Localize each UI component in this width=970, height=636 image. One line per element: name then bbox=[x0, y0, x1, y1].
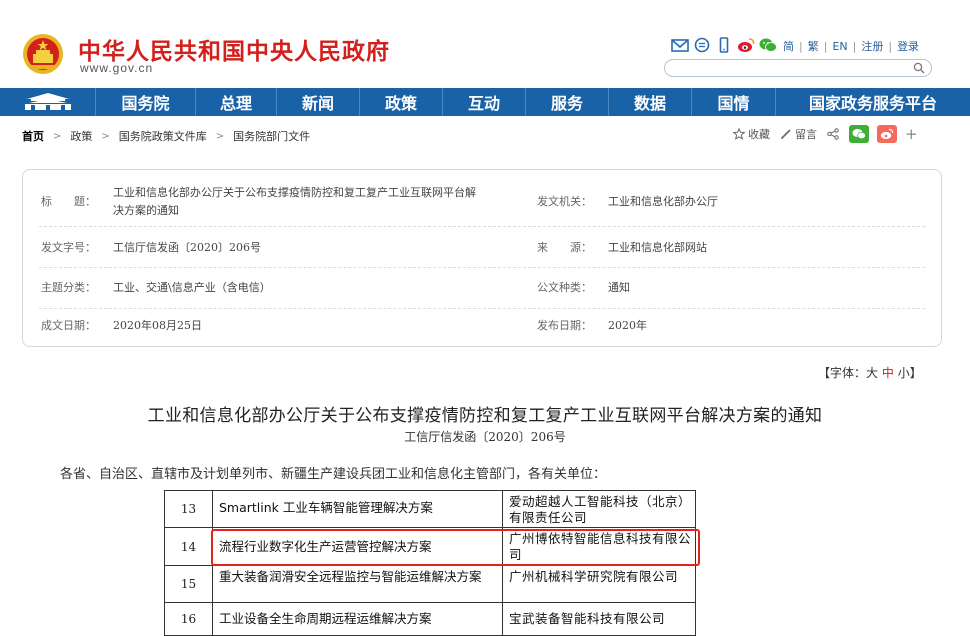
topic-label: 主题分类： bbox=[41, 281, 96, 294]
comment-button[interactable]: 留言 bbox=[780, 126, 817, 142]
share-button[interactable] bbox=[827, 128, 839, 140]
document-title: 工业和信息化部办公厅关于公布支撑疫情防控和复工复产工业互联网平台解决方案的通知 bbox=[147, 406, 823, 426]
register-link[interactable]: 注册 bbox=[861, 38, 883, 54]
title-label: 标 题： bbox=[41, 195, 96, 208]
lang-english[interactable]: EN bbox=[832, 40, 847, 53]
site-header: 中华人民共和国中央人民政府 www.gov.cn 简 | 繁 | EN | 注册 | 登… bbox=[0, 0, 970, 88]
row-number: 14 bbox=[165, 528, 213, 565]
nav-item-interaction[interactable]: 互动 bbox=[443, 88, 526, 116]
chevron-right-icon: > bbox=[53, 130, 62, 142]
nav-item-policy[interactable]: 政策 bbox=[360, 88, 443, 116]
written-date-label: 成文日期： bbox=[41, 319, 96, 332]
login-link[interactable]: 登录 bbox=[897, 38, 919, 54]
share-icon bbox=[827, 128, 839, 140]
nav-item-data[interactable]: 数据 bbox=[609, 88, 692, 116]
issuer-value: 工业和信息化部办公厅 bbox=[608, 195, 718, 208]
source-value: 工业和信息化部网站 bbox=[608, 241, 707, 254]
title-value: 工业和信息化部办公厅关于公布支撑疫情防控和复工复产工业互联网平台解 决方案的通知 bbox=[113, 186, 476, 217]
breadcrumb: 首页 > 政策 > 国务院政策文件库 > 国务院部门文件 bbox=[22, 128, 310, 144]
source-label: 来 源： bbox=[537, 241, 592, 254]
breadcrumb-department-docs[interactable]: 国务院部门文件 bbox=[233, 128, 310, 144]
breadcrumb-policy[interactable]: 政策 bbox=[70, 128, 92, 144]
highlight-box bbox=[211, 529, 700, 566]
company-name: 宝武装备智能科技有限公司 bbox=[509, 611, 666, 626]
tiananmen-icon[interactable] bbox=[0, 88, 96, 116]
weibo-share-icon[interactable] bbox=[877, 125, 897, 143]
language-links: 简 | 繁 | EN | 注册 | 登录 bbox=[783, 38, 920, 54]
solution-name: Smartlink 工业车辆智能管理解决方案 bbox=[213, 491, 503, 527]
lang-simplified[interactable]: 简 bbox=[783, 38, 794, 54]
nav-item-state-council[interactable]: 国务院 bbox=[96, 88, 196, 116]
document-metadata: 标 题： 工业和信息化部办公厅关于公布支撑疫情防控和复工复产工业互联网平台解 决方… bbox=[22, 169, 942, 347]
meta-row: 主题分类： 工业、交通\信息产业（含电信） 公文种类： 通知 bbox=[39, 269, 925, 309]
nav-item-service-platform[interactable]: 国家政务服务平台 bbox=[776, 88, 970, 116]
pencil-icon bbox=[781, 129, 791, 139]
favorite-button[interactable]: 收藏 bbox=[733, 126, 770, 142]
wechat-share-icon[interactable] bbox=[849, 125, 869, 143]
written-date-value: 2020年08月25日 bbox=[113, 319, 202, 332]
page-tools: 收藏 留言 + bbox=[733, 125, 918, 143]
row-number: 16 bbox=[165, 603, 213, 635]
font-small-button[interactable]: 小 bbox=[898, 366, 910, 380]
doc-number-value: 工信厅信发函〔2020〕206号 bbox=[113, 241, 261, 254]
nav-item-premier[interactable]: 总理 bbox=[196, 88, 277, 116]
table-row: 16 工业设备全生命周期远程运维解决方案 宝武装备智能科技有限公司 bbox=[164, 602, 696, 636]
lang-traditional[interactable]: 繁 bbox=[808, 38, 819, 54]
solution-name: 工业设备全生命周期远程运维解决方案 bbox=[213, 603, 503, 635]
publish-date-label: 发布日期： bbox=[537, 319, 592, 332]
doc-type-value: 通知 bbox=[608, 281, 630, 294]
nav-item-news[interactable]: 新闻 bbox=[277, 88, 360, 116]
company-name: 广州机械科学研究院有限公司 bbox=[509, 569, 679, 584]
meta-row: 标 题： 工业和信息化部办公厅关于公布支撑疫情防控和复工复产工业互联网平台解 决方… bbox=[39, 180, 925, 227]
search-icon[interactable] bbox=[913, 62, 925, 74]
search-input[interactable] bbox=[664, 59, 932, 77]
chevron-right-icon: > bbox=[215, 130, 225, 142]
doc-type-label: 公文种类： bbox=[537, 281, 592, 294]
meta-row: 发文字号： 工信厅信发函〔2020〕206号 来 源： 工业和信息化部网站 bbox=[39, 228, 925, 268]
font-size-control: 【字体：大 中 小】 bbox=[818, 366, 922, 380]
nav-item-national-info[interactable]: 国情 bbox=[692, 88, 776, 116]
solution-name: 重大装备润滑安全远程监控与智能运维解决方案 bbox=[213, 566, 503, 602]
issuer-label: 发文机关： bbox=[537, 195, 592, 208]
weibo-icon[interactable] bbox=[737, 37, 755, 53]
topic-value: 工业、交通\信息产业（含电信） bbox=[113, 281, 271, 294]
main-nav: 国务院 总理 新闻 政策 互动 服务 数据 国情 国家政务服务平台 bbox=[0, 88, 970, 116]
more-button[interactable]: + bbox=[905, 125, 918, 143]
document-number: 工信厅信发函〔2020〕206号 bbox=[404, 430, 566, 444]
doc-number-label: 发文字号： bbox=[41, 241, 96, 254]
row-number: 15 bbox=[165, 566, 213, 602]
nav-item-services[interactable]: 服务 bbox=[526, 88, 609, 116]
wechat-icon[interactable] bbox=[759, 37, 777, 53]
national-emblem-icon[interactable] bbox=[22, 32, 64, 76]
font-medium-button[interactable]: 中 bbox=[882, 366, 894, 380]
breadcrumb-policy-library[interactable]: 国务院政策文件库 bbox=[119, 128, 207, 144]
table-row: 13 Smartlink 工业车辆智能管理解决方案 爱动超越人工智能科技（北京）… bbox=[164, 490, 696, 527]
row-number: 13 bbox=[165, 491, 213, 527]
breadcrumb-home[interactable]: 首页 bbox=[22, 128, 44, 144]
site-domain: www.gov.cn bbox=[80, 61, 154, 75]
message-icon[interactable] bbox=[693, 37, 711, 53]
meta-row: 成文日期： 2020年08月25日 发布日期： 2020年 bbox=[39, 310, 925, 344]
mail-icon[interactable] bbox=[671, 37, 689, 53]
document-recipients: 各省、自治区、直辖市及计划单列市、新疆生产建设兵团工业和信息化主管部门，各有关单… bbox=[60, 467, 607, 482]
company-name: 爱动超越人工智能科技（北京）有限责任公司 bbox=[509, 494, 692, 525]
share-icons bbox=[671, 36, 777, 54]
chevron-right-icon: > bbox=[101, 130, 110, 142]
table-row: 15 重大装备润滑安全远程监控与智能运维解决方案 广州机械科学研究院有限公司 bbox=[164, 565, 696, 602]
mobile-icon[interactable] bbox=[715, 37, 733, 53]
star-icon bbox=[733, 128, 745, 140]
publish-date-value: 2020年 bbox=[608, 319, 647, 332]
font-large-button[interactable]: 大 bbox=[866, 366, 878, 380]
